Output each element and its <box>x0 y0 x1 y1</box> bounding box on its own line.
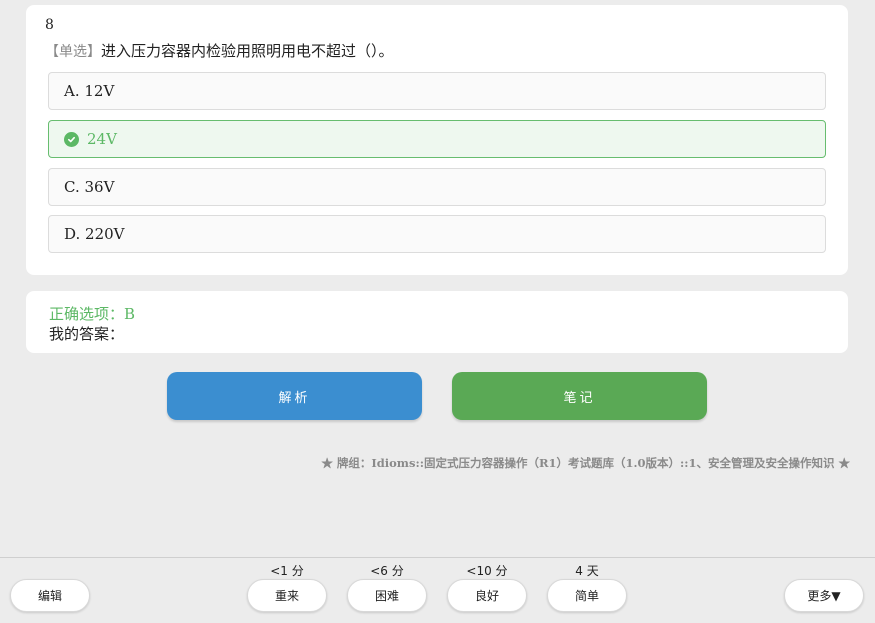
easy-button[interactable]: 简单 <box>547 579 627 612</box>
question-text: 进入压力容器内检验用照明用电不超过（）。 <box>101 42 394 60</box>
option-b[interactable]: 24V <box>48 120 826 158</box>
bottom-toolbar: 编辑 <1 分 重来 <6 分 困难 <10 分 良好 4 天 简单 更多▼ <box>0 557 875 623</box>
option-c[interactable]: C. 36V <box>48 168 826 206</box>
good-button[interactable]: 良好 <box>447 579 527 612</box>
question-card: 8 【单选】进入压力容器内检验用照明用电不超过（）。 A. 12V 24V C.… <box>26 5 848 275</box>
easy-interval: 4 天 <box>575 564 599 578</box>
edit-button[interactable]: 编辑 <box>10 579 90 612</box>
option-a[interactable]: A. 12V <box>48 72 826 110</box>
question-line: 【单选】进入压力容器内检验用照明用电不超过（）。 <box>45 40 394 61</box>
option-label: 24V <box>87 130 117 148</box>
option-label: A. 12V <box>64 82 115 100</box>
option-label: C. 36V <box>64 178 115 196</box>
my-answer: 我的答案： <box>49 325 125 343</box>
good-interval: <10 分 <box>466 564 508 578</box>
note-button[interactable]: 笔记 <box>452 372 707 420</box>
check-circle-icon <box>64 131 79 147</box>
more-button[interactable]: 更多▼ <box>784 579 864 612</box>
analysis-button[interactable]: 解析 <box>167 372 422 420</box>
again-interval: <1 分 <box>270 564 304 578</box>
hard-interval: <6 分 <box>370 564 404 578</box>
again-button[interactable]: 重来 <box>247 579 327 612</box>
question-type-tag: 【单选】 <box>45 44 101 60</box>
question-number: 8 <box>45 17 54 33</box>
answer-card: 正确选项：B 我的答案： <box>26 291 848 353</box>
option-d[interactable]: D. 220V <box>48 215 826 253</box>
correct-answer: 正确选项：B <box>49 305 136 323</box>
hard-button[interactable]: 困难 <box>347 579 427 612</box>
option-label: D. 220V <box>64 225 125 243</box>
deck-info: ★ 牌组：Idioms::固定式压力容器操作（R1）考试题库（1.0版本）::1… <box>321 456 850 470</box>
